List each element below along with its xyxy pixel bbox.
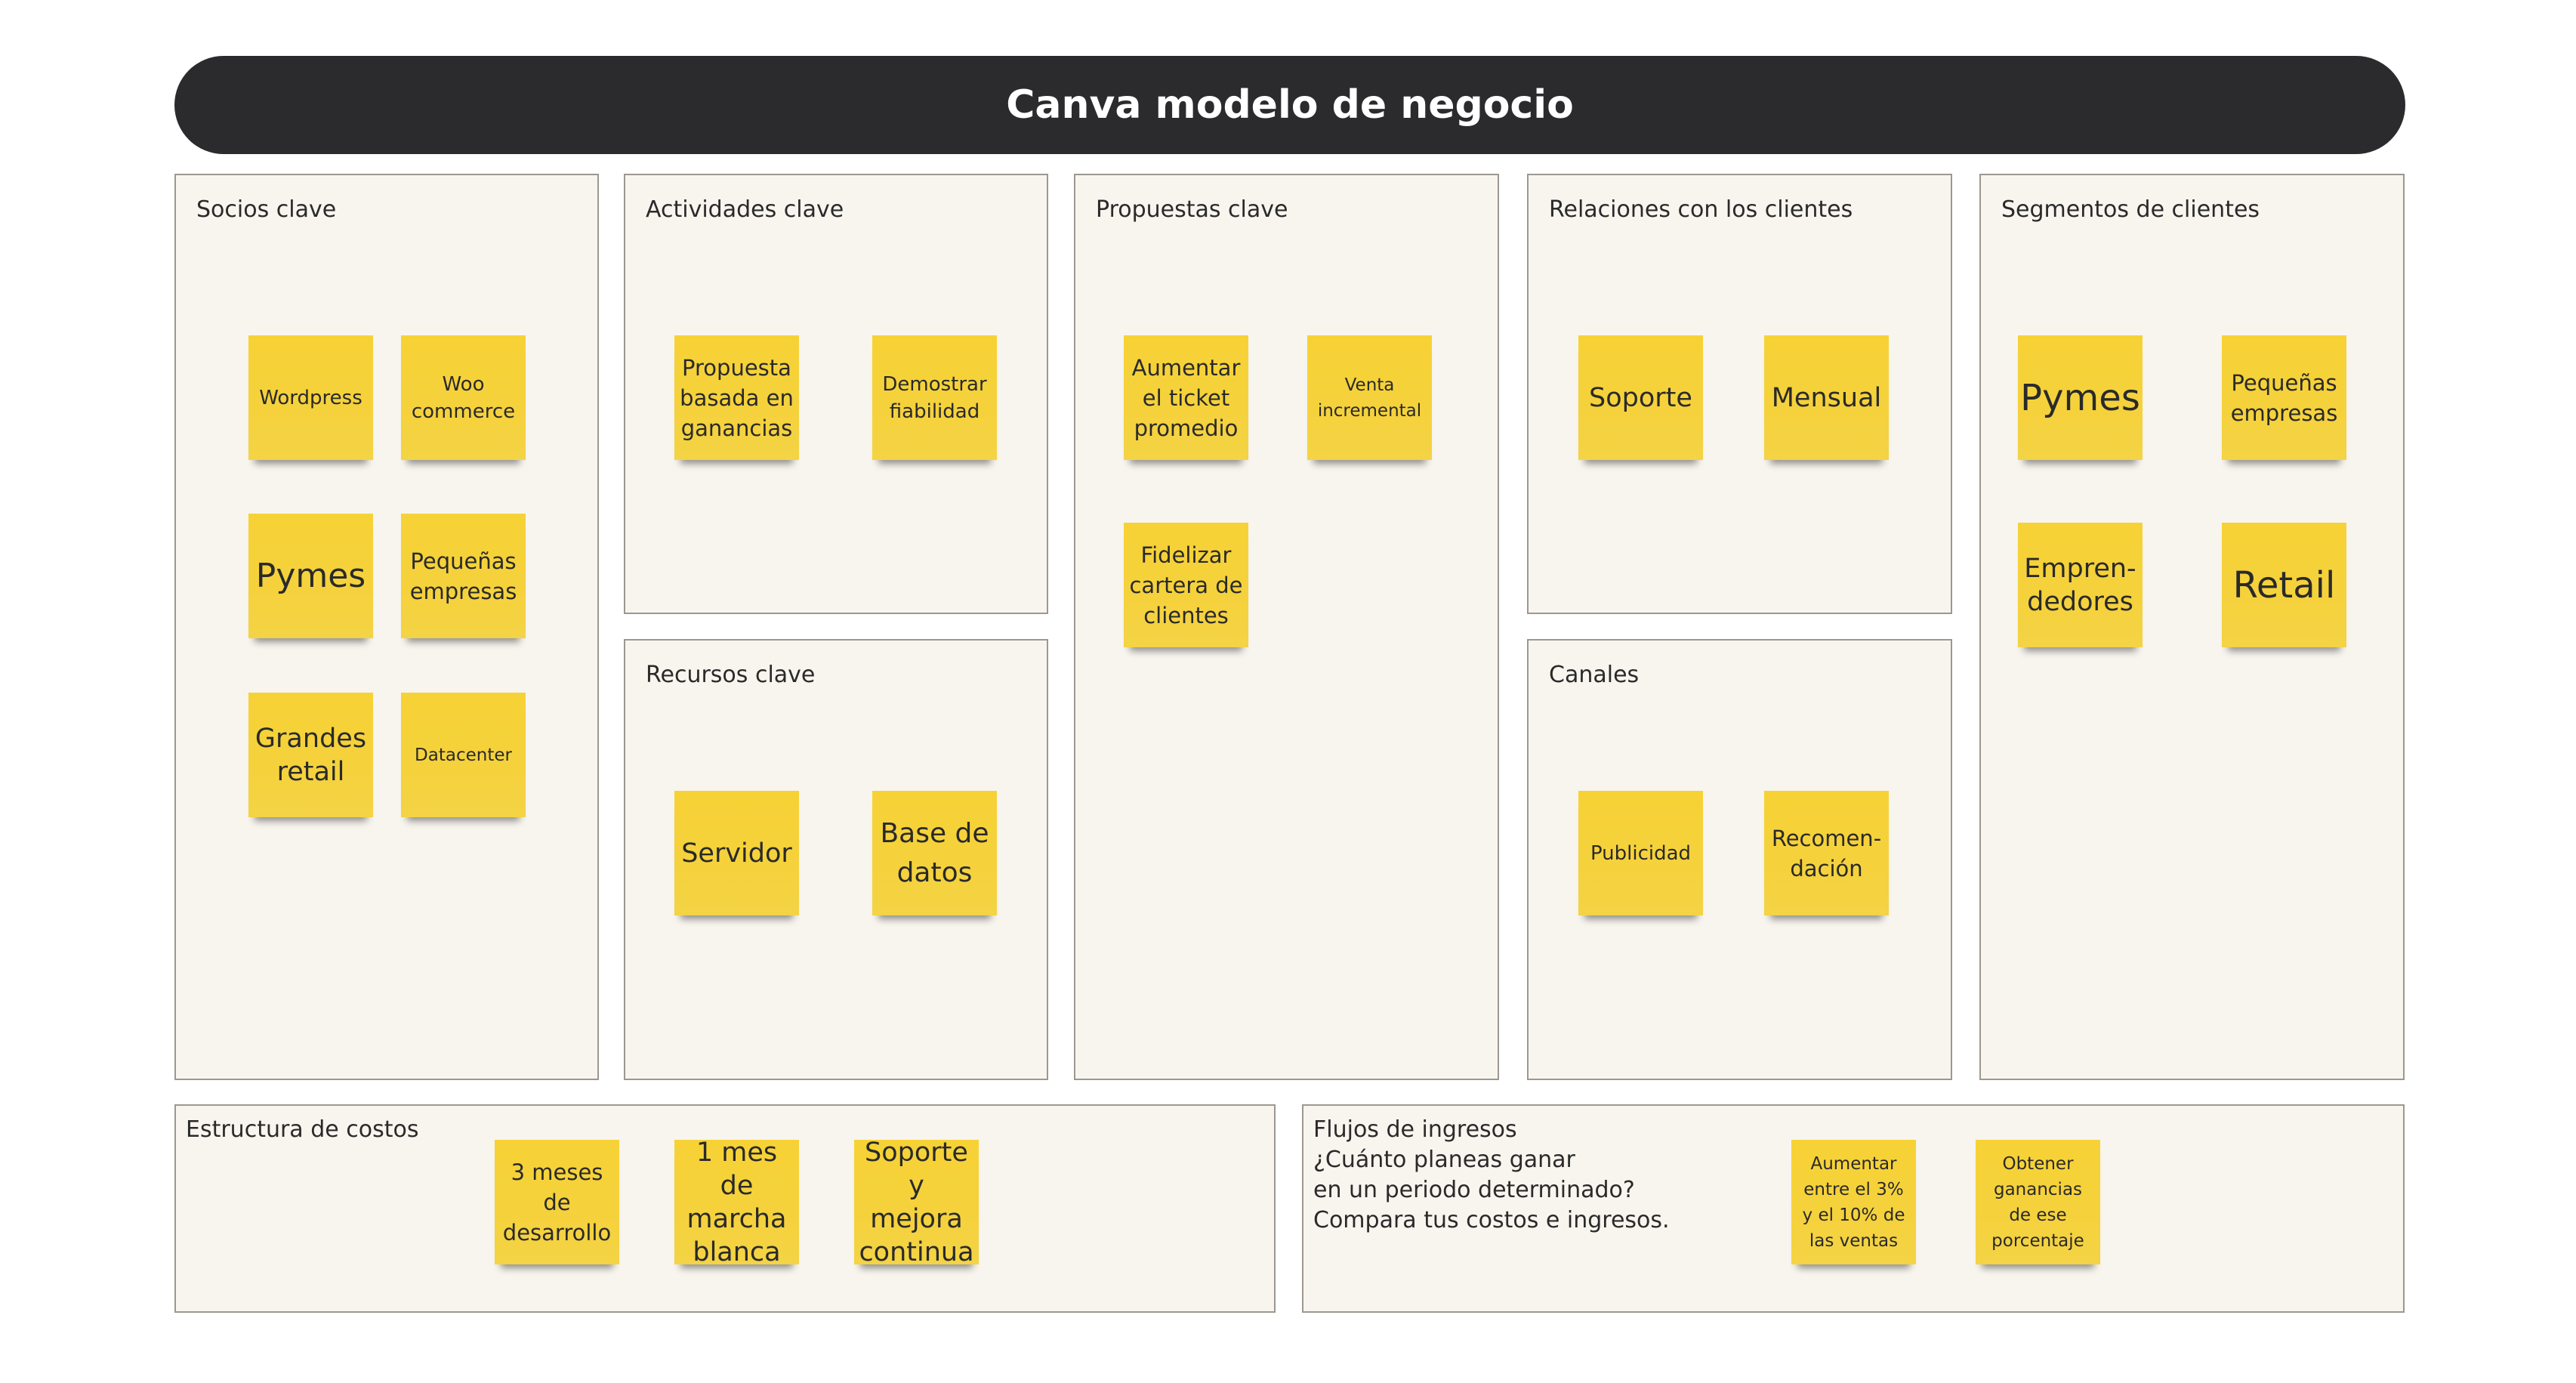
panel-estructura-costos: Estructura de costos 3 meses de desarrol… <box>174 1104 1276 1313</box>
sticky-note[interactable]: Aumentar el ticket promedio <box>1124 335 1248 460</box>
sticky-note[interactable]: Pequeñas empresas <box>2222 335 2346 460</box>
sticky-note[interactable]: Grandes retail <box>248 693 373 817</box>
sticky-note[interactable]: Pymes <box>2018 335 2143 460</box>
panel-flujos-ingresos: Flujos de ingresos ¿Cuánto planeas ganar… <box>1302 1104 2405 1313</box>
panel-relaciones-clientes: Relaciones con los clientes Soporte Mens… <box>1527 174 1952 614</box>
sticky-note[interactable]: Base de datos <box>872 791 997 915</box>
sticky-note[interactable]: 3 meses de desarrollo <box>495 1140 619 1264</box>
sticky-note[interactable]: Retail <box>2222 523 2346 647</box>
panel-title: Propuestas clave <box>1096 196 1288 223</box>
panel-title: Socios clave <box>196 196 337 223</box>
sticky-note[interactable]: Fidelizar cartera de clientes <box>1124 523 1248 647</box>
panel-title: Flujos de ingresos <box>1313 1116 1517 1143</box>
panel-segmentos-clientes: Segmentos de clientes Pymes Pequeñas emp… <box>1979 174 2405 1080</box>
panel-canales: Canales Publicidad Recomen- dación <box>1527 639 1952 1080</box>
sticky-note[interactable]: Recomen- dación <box>1764 791 1889 915</box>
panel-propuestas-clave: Propuestas clave Aumentar el ticket prom… <box>1074 174 1499 1080</box>
sticky-note[interactable]: Datacenter <box>401 693 526 817</box>
sticky-note[interactable]: Woo commerce <box>401 335 526 460</box>
sticky-note[interactable]: Obtener ganancias de ese porcentaje <box>1976 1140 2100 1264</box>
panel-title: Canales <box>1549 662 1640 688</box>
panel-description: ¿Cuánto planeas ganar en un periodo dete… <box>1313 1147 1670 1233</box>
sticky-note[interactable]: Wordpress <box>248 335 373 460</box>
sticky-note[interactable]: Soporte y mejora continua <box>854 1138 979 1267</box>
board-header: Canva modelo de negocio <box>174 56 2405 154</box>
sticky-note[interactable]: Empren- dedores <box>2018 523 2143 647</box>
panel-title: Estructura de costos <box>186 1116 419 1143</box>
sticky-note[interactable]: Propuesta basada en ganancias <box>674 335 799 460</box>
panel-socios-clave: Socios clave Wordpress Woo commerce Pyme… <box>174 174 599 1080</box>
panel-title: Actividades clave <box>646 196 844 223</box>
panel-recursos-clave: Recursos clave Servidor Base de datos <box>624 639 1048 1080</box>
panel-title: Segmentos de clientes <box>2001 196 2260 223</box>
sticky-note[interactable]: Mensual <box>1764 335 1889 460</box>
sticky-note[interactable]: 1 mes de marcha blanca <box>674 1138 799 1267</box>
sticky-note[interactable]: Publicidad <box>1578 791 1703 915</box>
board-title: Canva modelo de negocio <box>1006 82 1574 128</box>
panel-title: Recursos clave <box>646 662 816 688</box>
sticky-note[interactable]: Venta incremental <box>1307 335 1432 460</box>
sticky-note[interactable]: Servidor <box>674 791 799 915</box>
sticky-note[interactable]: Soporte <box>1578 335 1703 460</box>
sticky-note[interactable]: Pymes <box>248 514 373 638</box>
sticky-note[interactable]: Pequeñas empresas <box>401 514 526 638</box>
sticky-note[interactable]: Aumentar entre el 3% y el 10% de las ven… <box>1791 1140 1916 1264</box>
sticky-note[interactable]: Demostrar fiabilidad <box>872 335 997 460</box>
panel-title: Relaciones con los clientes <box>1549 196 1853 223</box>
panel-actividades-clave: Actividades clave Propuesta basada en ga… <box>624 174 1048 614</box>
